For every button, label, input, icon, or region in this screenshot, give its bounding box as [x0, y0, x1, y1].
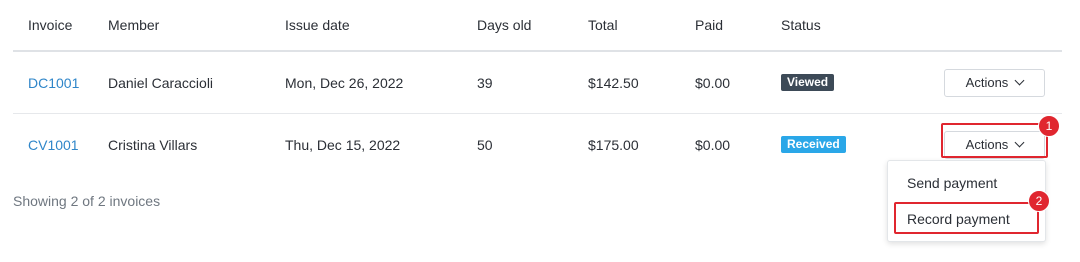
menu-item-record-payment[interactable]: Record payment	[907, 211, 1010, 227]
chevron-down-icon	[1014, 75, 1025, 86]
paid-amount: $0.00	[695, 74, 731, 91]
step-marker-1: 1	[1038, 115, 1060, 137]
table-row: DC1001 Daniel Caraccioli Mon, Dec 26, 20…	[13, 52, 1062, 114]
col-status[interactable]: Status	[781, 0, 821, 50]
step-marker-2: 2	[1028, 190, 1050, 212]
days-old: 39	[477, 74, 493, 91]
total-amount: $142.50	[588, 74, 639, 91]
col-days-old[interactable]: Days old	[477, 0, 531, 50]
col-total[interactable]: Total	[588, 0, 618, 50]
issue-date: Mon, Dec 26, 2022	[285, 74, 404, 91]
invoice-link[interactable]: CV1001	[28, 137, 79, 153]
total-amount: $175.00	[588, 136, 639, 153]
col-member[interactable]: Member	[108, 0, 159, 50]
actions-dropdown-menu: Send payment Record payment	[887, 160, 1046, 242]
actions-label: Actions	[965, 137, 1009, 152]
actions-label: Actions	[965, 75, 1009, 90]
issue-date: Thu, Dec 15, 2022	[285, 136, 401, 153]
invoice-link[interactable]: DC1001	[28, 75, 79, 91]
status-badge: Received	[781, 136, 846, 153]
actions-button[interactable]: Actions	[944, 130, 1045, 159]
days-old: 50	[477, 136, 493, 153]
chevron-down-icon	[1014, 137, 1025, 148]
col-issue-date[interactable]: Issue date	[285, 0, 350, 50]
col-paid[interactable]: Paid	[695, 0, 723, 50]
paid-amount: $0.00	[695, 136, 731, 153]
menu-item-send-payment[interactable]: Send payment	[907, 175, 997, 191]
member-name: Daniel Caraccioli	[108, 74, 214, 91]
results-count: Showing 2 of 2 invoices	[13, 193, 161, 209]
actions-button[interactable]: Actions	[944, 68, 1045, 97]
table-header: Invoice Member Issue date Days old Total…	[13, 0, 1062, 52]
member-name: Cristina Villars	[108, 136, 198, 153]
col-invoice[interactable]: Invoice	[28, 0, 72, 50]
invoices-table: Invoice Member Issue date Days old Total…	[13, 0, 1062, 175]
status-badge: Viewed	[781, 74, 835, 91]
